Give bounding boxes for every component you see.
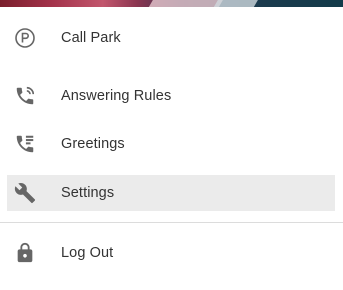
- phone-forward-icon: [14, 85, 36, 107]
- menu-item-label: Settings: [61, 185, 115, 201]
- menu-item-log-out[interactable]: Log Out: [7, 235, 335, 271]
- navigation-menu: Call Park Answering Rules Greetings Sett…: [0, 0, 343, 290]
- menu-item-label: Log Out: [61, 245, 114, 261]
- menu-item-settings[interactable]: Settings: [7, 175, 335, 211]
- menu-item-label: Greetings: [61, 136, 125, 152]
- menu-item-answering-rules[interactable]: Answering Rules: [7, 78, 335, 114]
- menu-item-label: Call Park: [61, 30, 121, 46]
- wrench-icon: [14, 182, 36, 204]
- lock-icon: [14, 242, 36, 264]
- menu-divider: [0, 222, 343, 223]
- menu-item-greetings[interactable]: Greetings: [7, 126, 335, 162]
- menu-item-call-park[interactable]: Call Park: [7, 20, 335, 56]
- parking-icon: [14, 27, 36, 49]
- menu-item-label: Answering Rules: [61, 88, 172, 104]
- phone-greeting-icon: [14, 133, 36, 155]
